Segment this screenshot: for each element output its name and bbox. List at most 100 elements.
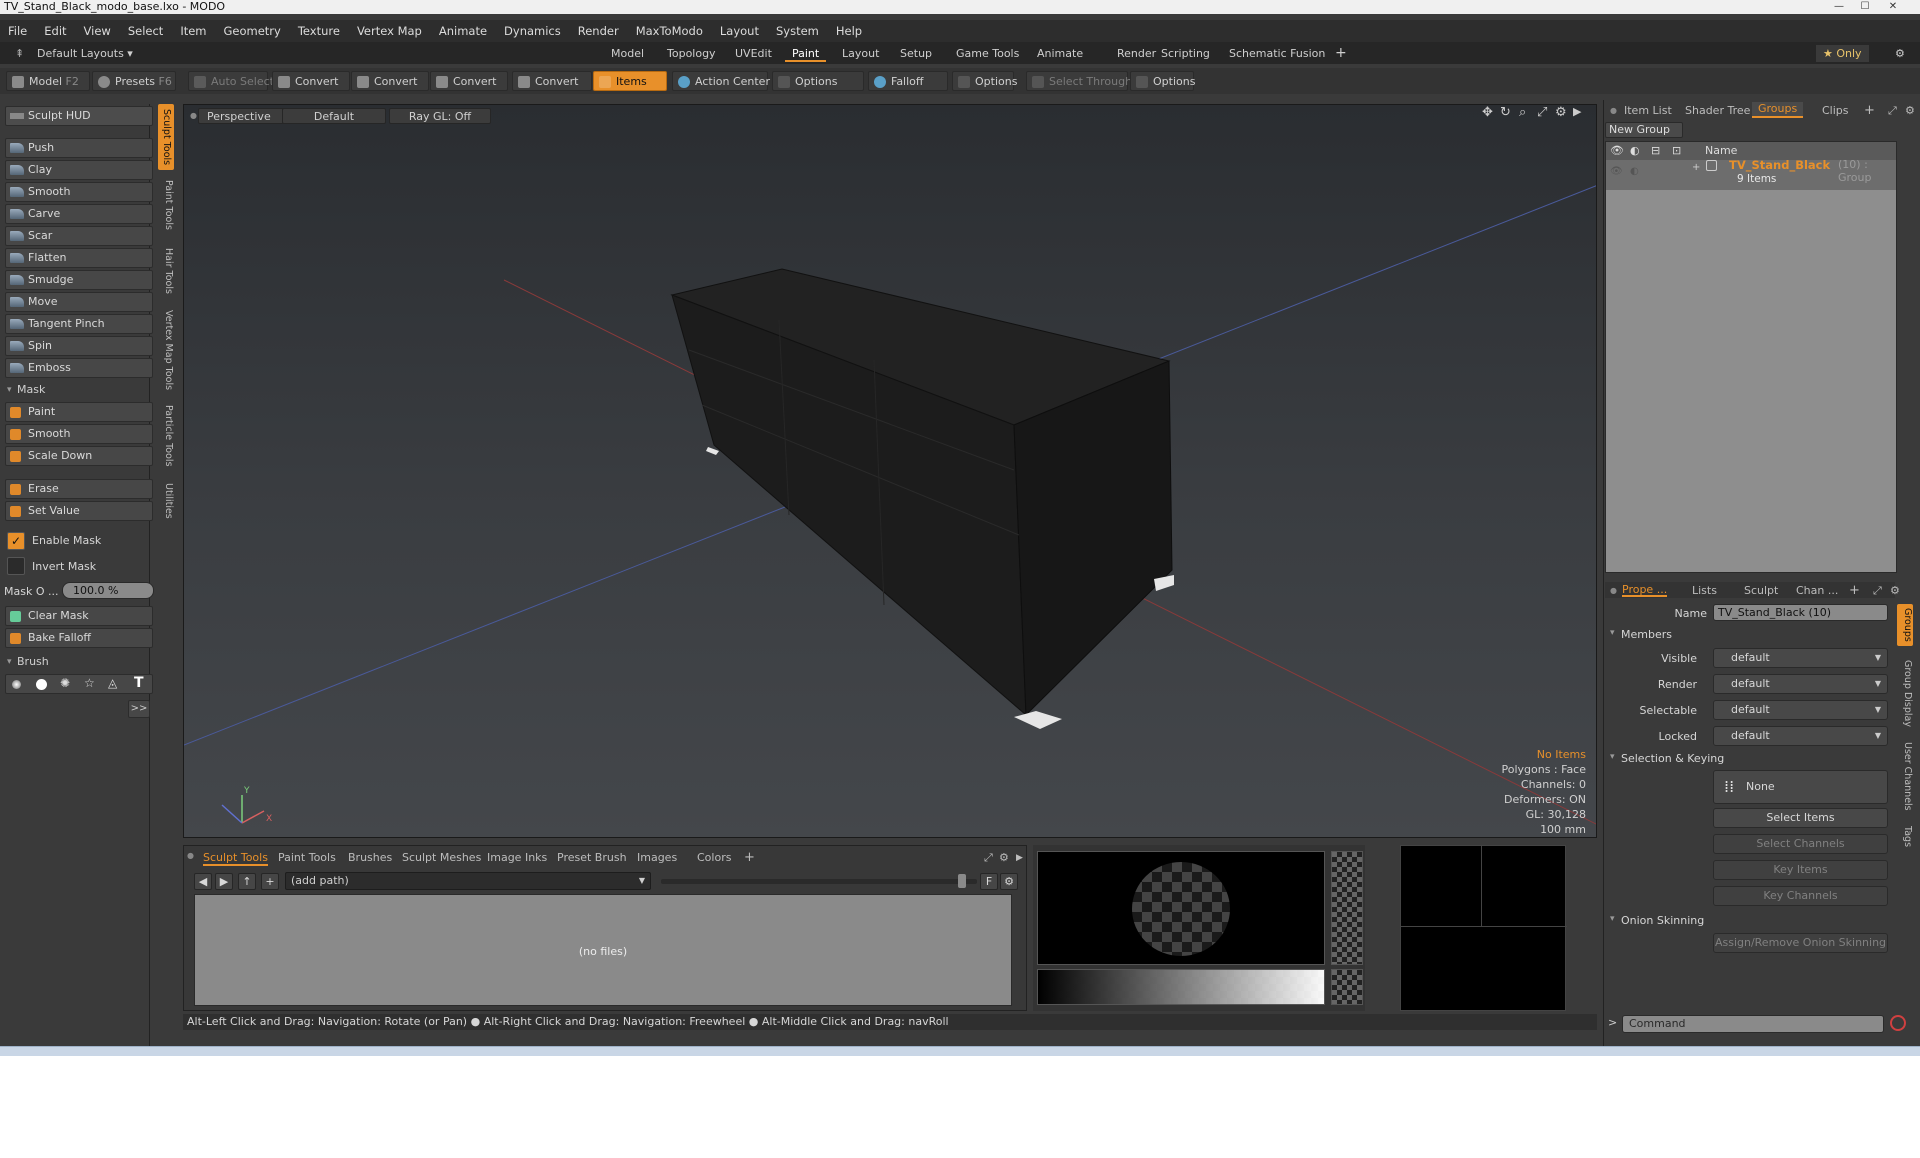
hard-brush-icon[interactable]	[36, 679, 47, 690]
tab-properties[interactable]: Prope ...	[1622, 583, 1668, 597]
lock-column-icon[interactable]: ⊟	[1651, 142, 1660, 160]
mask-opacity-field[interactable]: 100.0 %	[62, 582, 154, 599]
browser-tab-sculpt-tools[interactable]: Sculpt Tools	[203, 850, 268, 866]
filter-button[interactable]: F	[980, 873, 998, 890]
tool-carve[interactable]: Carve	[5, 204, 153, 224]
menu-dynamics[interactable]: Dynamics	[504, 24, 561, 38]
tool-tangent-pinch[interactable]: Tangent Pinch	[5, 314, 153, 334]
menu-texture[interactable]: Texture	[298, 24, 340, 38]
mask-smooth-button[interactable]: Smooth	[5, 424, 153, 444]
convert-vertices-button[interactable]: Convert	[272, 71, 350, 91]
properties-gear-icon[interactable]: ⚙	[1890, 584, 1900, 598]
text-brush-icon[interactable]: T	[134, 675, 144, 691]
action-center-button[interactable]: Action Center	[672, 71, 770, 91]
right-gear-icon[interactable]: ⚙	[1905, 104, 1915, 118]
browser-tab-images[interactable]: Images	[637, 850, 677, 866]
tab-paint[interactable]: Paint	[785, 45, 827, 62]
add-tab-icon[interactable]: +	[1328, 45, 1354, 62]
menu-item[interactable]: Item	[180, 24, 206, 38]
add-path-icon[interactable]: +	[261, 873, 279, 890]
minimize-icon[interactable]: —	[1826, 0, 1852, 14]
vtab-particle-tools[interactable]: Particle Tools	[158, 402, 174, 470]
splatter-brush-icon[interactable]: ✺	[60, 676, 70, 690]
browser-tab-image-inks[interactable]: Image Inks	[487, 850, 547, 866]
convert-polygons-button[interactable]: Convert	[430, 71, 508, 91]
more-brushes-button[interactable]: >>	[128, 700, 150, 718]
bake-falloff-button[interactable]: Bake Falloff	[5, 628, 153, 648]
vtab-paint-tools[interactable]: Paint Tools	[158, 176, 174, 234]
clear-mask-button[interactable]: Clear Mask	[5, 606, 153, 626]
model-mode-button[interactable]: Model F2	[6, 71, 90, 91]
tab-channels[interactable]: Chan ...	[1796, 584, 1838, 598]
vtab-sculpt-tools[interactable]: Sculpt Tools	[158, 104, 174, 170]
file-list[interactable]: (no files)	[194, 894, 1012, 1006]
tab-clips[interactable]: Clips	[1822, 104, 1849, 118]
vtab-utilities[interactable]: Utilities	[158, 478, 174, 524]
tool-scar[interactable]: Scar	[5, 226, 153, 246]
vtab-groups[interactable]: Groups	[1897, 604, 1913, 646]
brush-section[interactable]: Brush	[5, 653, 153, 671]
mask-section[interactable]: Mask	[5, 381, 153, 399]
locked-dropdown[interactable]: default	[1713, 726, 1888, 746]
group-row[interactable]: 👁 ◐ + TV_Stand_Black (10) : Group 9 Item…	[1606, 158, 1896, 190]
layout-arrow-icon[interactable]: ⇞	[8, 45, 31, 62]
tool-smudge[interactable]: Smudge	[5, 270, 153, 290]
onion-skinning-button[interactable]: Assign/Remove Onion Skinning	[1713, 933, 1888, 953]
tab-model[interactable]: Model	[604, 45, 651, 62]
tab-schematic-fusion[interactable]: Schematic Fusion	[1222, 45, 1332, 62]
key-channels-button[interactable]: Key Channels	[1713, 886, 1888, 906]
tab-item-list[interactable]: Item List	[1624, 104, 1672, 118]
auto-select-button[interactable]: Auto Select	[188, 71, 274, 91]
color-swatch[interactable]	[1331, 969, 1363, 1005]
group-name[interactable]: TV_Stand_Black	[1729, 158, 1830, 172]
action-center-options-button[interactable]: Options	[772, 71, 864, 91]
falloff-button[interactable]: Falloff	[868, 71, 948, 91]
items-mode-button[interactable]: Items	[593, 71, 667, 91]
invert-mask-checkbox[interactable]	[7, 557, 25, 575]
menu-vertex-map[interactable]: Vertex Map	[357, 24, 422, 38]
select-through-options-button[interactable]: Options	[1130, 71, 1195, 91]
tab-topology[interactable]: Topology	[660, 45, 723, 62]
layout-selector[interactable]: Default Layouts ▾	[30, 45, 140, 62]
right-expand-icon[interactable]: ⤢	[1888, 104, 1897, 118]
tool-push[interactable]: Push	[5, 138, 153, 158]
opacity-strip[interactable]	[1331, 851, 1363, 965]
vtab-hair-tools[interactable]: Hair Tools	[158, 244, 174, 298]
select-column-icon[interactable]: ⊡	[1672, 142, 1681, 160]
tab-uvedit[interactable]: UVEdit	[728, 45, 779, 62]
vtab-group-display[interactable]: Group Display	[1897, 656, 1913, 730]
browser-expand-icon[interactable]: ⤢	[984, 850, 993, 866]
vtab-tags[interactable]: Tags	[1897, 822, 1913, 852]
menu-file[interactable]: File	[8, 24, 27, 38]
render-dropdown[interactable]: default	[1713, 674, 1888, 694]
set-value-button[interactable]: Set Value	[5, 501, 153, 521]
tab-groups[interactable]: Groups	[1752, 102, 1804, 118]
browser-tab-paint-tools[interactable]: Paint Tools	[278, 850, 336, 866]
only-toggle[interactable]: ★ Only	[1816, 45, 1869, 62]
tool-emboss[interactable]: Emboss	[5, 358, 153, 378]
star-brush-icon[interactable]: ☆	[84, 676, 95, 690]
gear-icon[interactable]: ⚙	[1888, 45, 1912, 62]
group-name-field[interactable]: TV_Stand_Black (10)	[1713, 604, 1888, 621]
menu-render[interactable]: Render	[578, 24, 619, 38]
menu-system[interactable]: System	[776, 24, 819, 38]
tab-shader-tree[interactable]: Shader Tree	[1685, 104, 1750, 118]
new-group-button[interactable]: New Group	[1605, 122, 1683, 138]
browser-tab-brushes[interactable]: Brushes	[348, 850, 392, 866]
select-items-button[interactable]: Select Items	[1713, 808, 1888, 828]
close-icon[interactable]: ✕	[1880, 0, 1906, 14]
mask-paint-button[interactable]: Paint	[5, 402, 153, 422]
right-add-tab-icon[interactable]: +	[1864, 104, 1875, 118]
menu-view[interactable]: View	[84, 24, 111, 38]
path-dropdown[interactable]: (add path) ▼	[285, 872, 651, 890]
onion-skinning-section[interactable]: Onion Skinning	[1610, 914, 1704, 927]
enable-mask-checkbox[interactable]: ✓	[7, 532, 25, 550]
select-channels-button[interactable]: Select Channels	[1713, 834, 1888, 854]
selectable-dropdown[interactable]: default	[1713, 700, 1888, 720]
3d-viewport[interactable]: ● Perspective Default Ray GL: Off ✥ ↻ ⌕ …	[183, 104, 1597, 838]
tool-flatten[interactable]: Flatten	[5, 248, 153, 268]
soft-brush-icon[interactable]	[12, 680, 21, 689]
browser-menu-icon[interactable]: ●	[187, 851, 194, 860]
convert-materials-button[interactable]: Convert	[512, 71, 592, 91]
menu-edit[interactable]: Edit	[44, 24, 66, 38]
